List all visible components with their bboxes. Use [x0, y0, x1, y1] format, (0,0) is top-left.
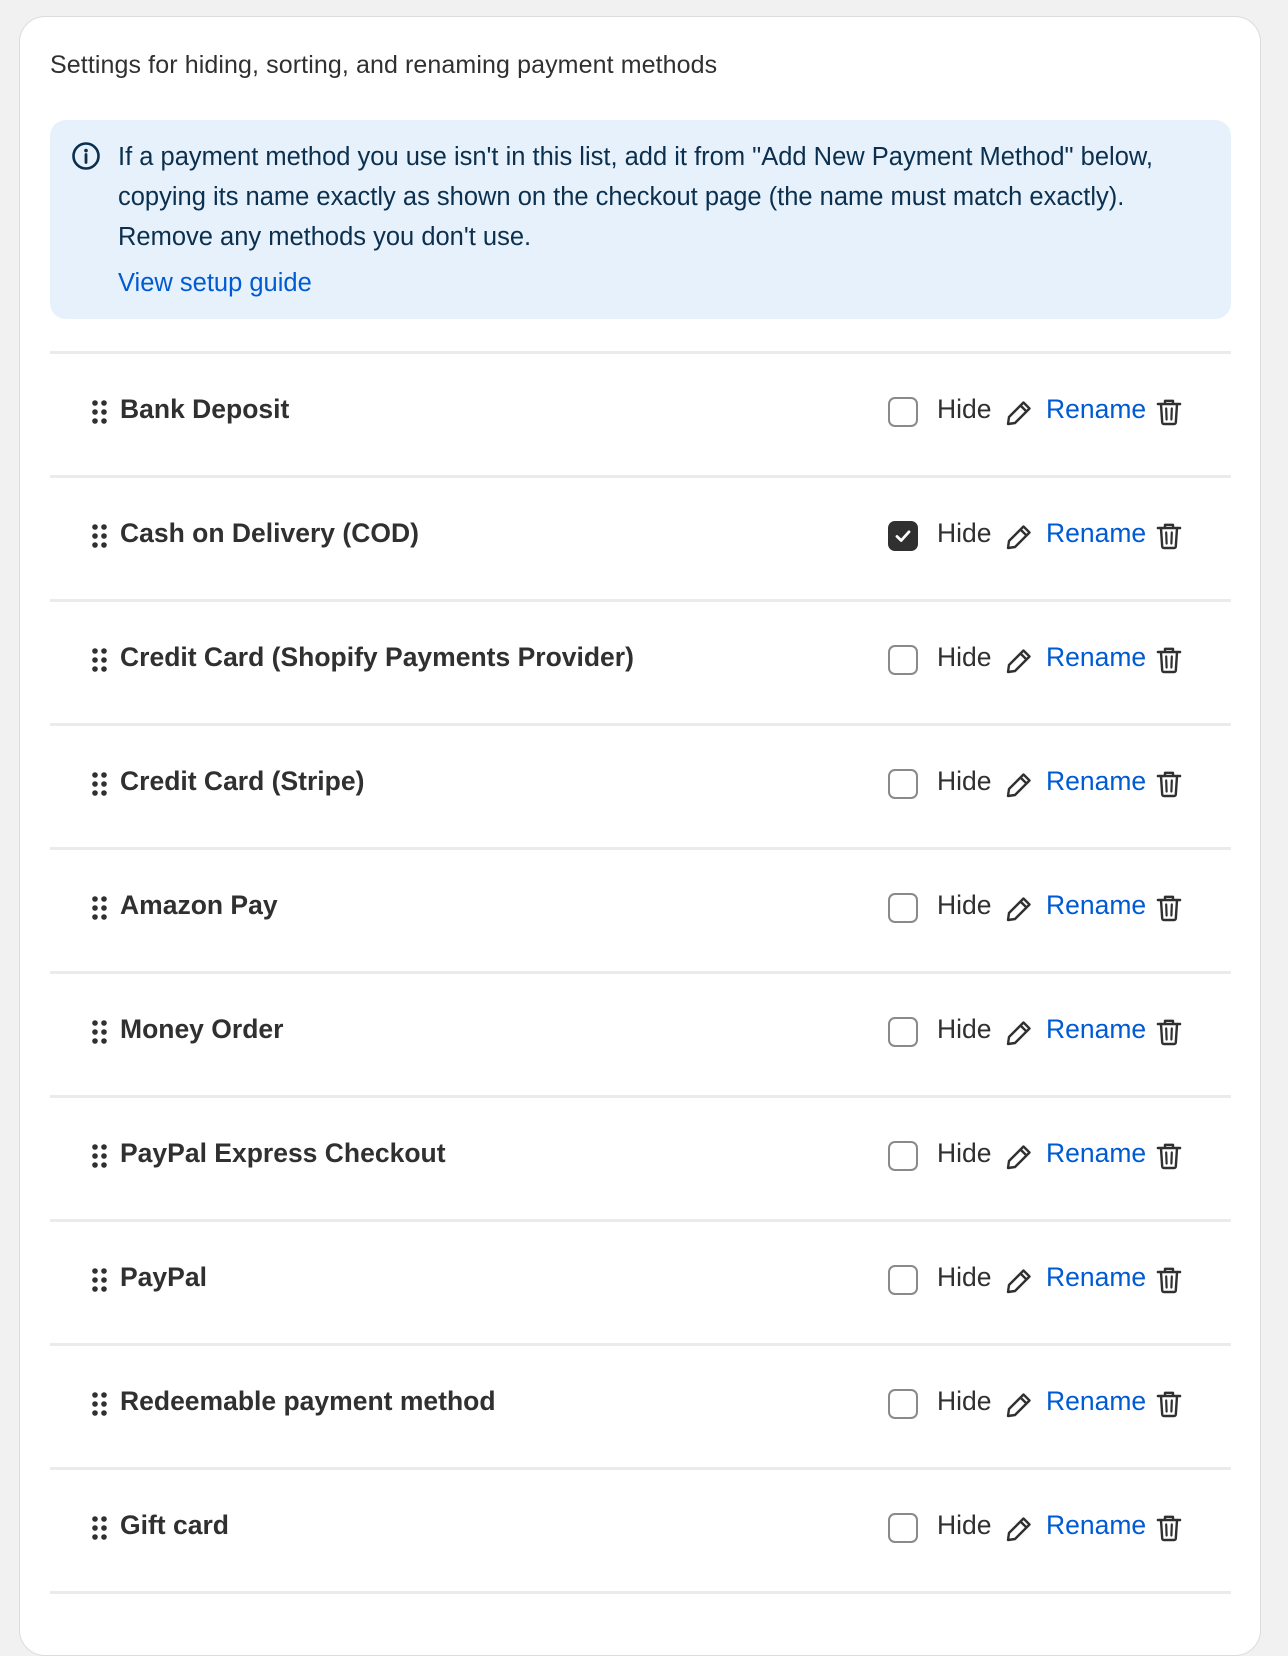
hide-label: Hide	[937, 642, 992, 673]
payment-method-name: Credit Card (Stripe)	[120, 766, 364, 797]
payment-method-name: Redeemable payment method	[120, 1386, 496, 1417]
payment-method-name: Gift card	[120, 1510, 229, 1541]
card-title: Settings for hiding, sorting, and renami…	[50, 51, 717, 80]
hide-label: Hide	[937, 890, 992, 921]
pencil-icon[interactable]	[1004, 1018, 1034, 1048]
pencil-icon[interactable]	[1004, 894, 1034, 924]
payment-method-row: Money Order Hide Rename	[50, 974, 1231, 1095]
drag-handle-icon[interactable]	[90, 771, 110, 797]
banner-message: If a payment method you use isn't in thi…	[118, 137, 1208, 257]
hide-label: Hide	[937, 394, 992, 425]
payment-method-row: Amazon Pay Hide Rename	[50, 850, 1231, 971]
trash-icon[interactable]	[1154, 893, 1184, 923]
trash-icon[interactable]	[1154, 397, 1184, 427]
hide-checkbox[interactable]	[888, 769, 918, 799]
rename-link[interactable]: Rename	[1046, 642, 1146, 673]
view-setup-guide-link[interactable]: View setup guide	[118, 263, 312, 303]
payment-settings-card: Settings for hiding, sorting, and renami…	[19, 16, 1261, 1656]
drag-handle-icon[interactable]	[90, 1391, 110, 1417]
hide-checkbox[interactable]	[888, 1513, 918, 1543]
hide-label: Hide	[937, 1510, 992, 1541]
hide-label: Hide	[937, 766, 992, 797]
payment-method-row: Redeemable payment method Hide Rename	[50, 1346, 1231, 1467]
pencil-icon[interactable]	[1004, 522, 1034, 552]
trash-icon[interactable]	[1154, 769, 1184, 799]
pencil-icon[interactable]	[1004, 770, 1034, 800]
payment-method-row: PayPal Express Checkout Hide Rename	[50, 1098, 1231, 1219]
drag-handle-icon[interactable]	[90, 523, 110, 549]
pencil-icon[interactable]	[1004, 1266, 1034, 1296]
drag-handle-icon[interactable]	[90, 895, 110, 921]
trash-icon[interactable]	[1154, 1017, 1184, 1047]
payment-method-row: Gift card Hide Rename	[50, 1470, 1231, 1591]
hide-checkbox[interactable]	[888, 893, 918, 923]
hide-label: Hide	[937, 1386, 992, 1417]
hide-checkbox[interactable]	[888, 397, 918, 427]
info-icon	[70, 140, 102, 172]
rename-link[interactable]: Rename	[1046, 1262, 1146, 1293]
pencil-icon[interactable]	[1004, 1142, 1034, 1172]
rename-link[interactable]: Rename	[1046, 1138, 1146, 1169]
payment-method-name: Cash on Delivery (COD)	[120, 518, 419, 549]
hide-checkbox[interactable]	[888, 521, 918, 551]
rename-link[interactable]: Rename	[1046, 766, 1146, 797]
pencil-icon[interactable]	[1004, 1390, 1034, 1420]
payment-method-name: Amazon Pay	[120, 890, 278, 921]
hide-checkbox[interactable]	[888, 1141, 918, 1171]
trash-icon[interactable]	[1154, 1513, 1184, 1543]
drag-handle-icon[interactable]	[90, 1515, 110, 1541]
drag-handle-icon[interactable]	[90, 1019, 110, 1045]
hide-label: Hide	[937, 1014, 992, 1045]
hide-label: Hide	[937, 1138, 992, 1169]
payment-method-row: Bank Deposit Hide Rename	[50, 354, 1231, 475]
drag-handle-icon[interactable]	[90, 1143, 110, 1169]
payment-method-row: Credit Card (Stripe) Hide Rename	[50, 726, 1231, 847]
checkmark-icon	[893, 526, 913, 546]
trash-icon[interactable]	[1154, 645, 1184, 675]
pencil-icon[interactable]	[1004, 1514, 1034, 1544]
hide-label: Hide	[937, 518, 992, 549]
payment-method-row: Cash on Delivery (COD) Hide Rename	[50, 478, 1231, 599]
payment-method-name: Money Order	[120, 1014, 283, 1045]
pencil-icon[interactable]	[1004, 646, 1034, 676]
payment-method-list: Bank Deposit Hide Rename Ca	[50, 351, 1231, 1594]
hide-checkbox[interactable]	[888, 1265, 918, 1295]
rename-link[interactable]: Rename	[1046, 518, 1146, 549]
rename-link[interactable]: Rename	[1046, 1014, 1146, 1045]
payment-method-name: Bank Deposit	[120, 394, 289, 425]
hide-checkbox[interactable]	[888, 1389, 918, 1419]
rename-link[interactable]: Rename	[1046, 1386, 1146, 1417]
payment-method-name: PayPal Express Checkout	[120, 1138, 446, 1169]
hide-checkbox[interactable]	[888, 645, 918, 675]
info-banner: If a payment method you use isn't in thi…	[50, 120, 1231, 319]
trash-icon[interactable]	[1154, 521, 1184, 551]
payment-method-row: PayPal Hide Rename	[50, 1222, 1231, 1343]
drag-handle-icon[interactable]	[90, 399, 110, 425]
trash-icon[interactable]	[1154, 1141, 1184, 1171]
rename-link[interactable]: Rename	[1046, 394, 1146, 425]
payment-method-name: Credit Card (Shopify Payments Provider)	[120, 642, 634, 673]
rename-link[interactable]: Rename	[1046, 1510, 1146, 1541]
rename-link[interactable]: Rename	[1046, 890, 1146, 921]
hide-checkbox[interactable]	[888, 1017, 918, 1047]
row-divider	[50, 1591, 1231, 1594]
hide-label: Hide	[937, 1262, 992, 1293]
pencil-icon[interactable]	[1004, 398, 1034, 428]
trash-icon[interactable]	[1154, 1389, 1184, 1419]
drag-handle-icon[interactable]	[90, 647, 110, 673]
payment-method-row: Credit Card (Shopify Payments Provider) …	[50, 602, 1231, 723]
payment-method-name: PayPal	[120, 1262, 207, 1293]
drag-handle-icon[interactable]	[90, 1267, 110, 1293]
trash-icon[interactable]	[1154, 1265, 1184, 1295]
